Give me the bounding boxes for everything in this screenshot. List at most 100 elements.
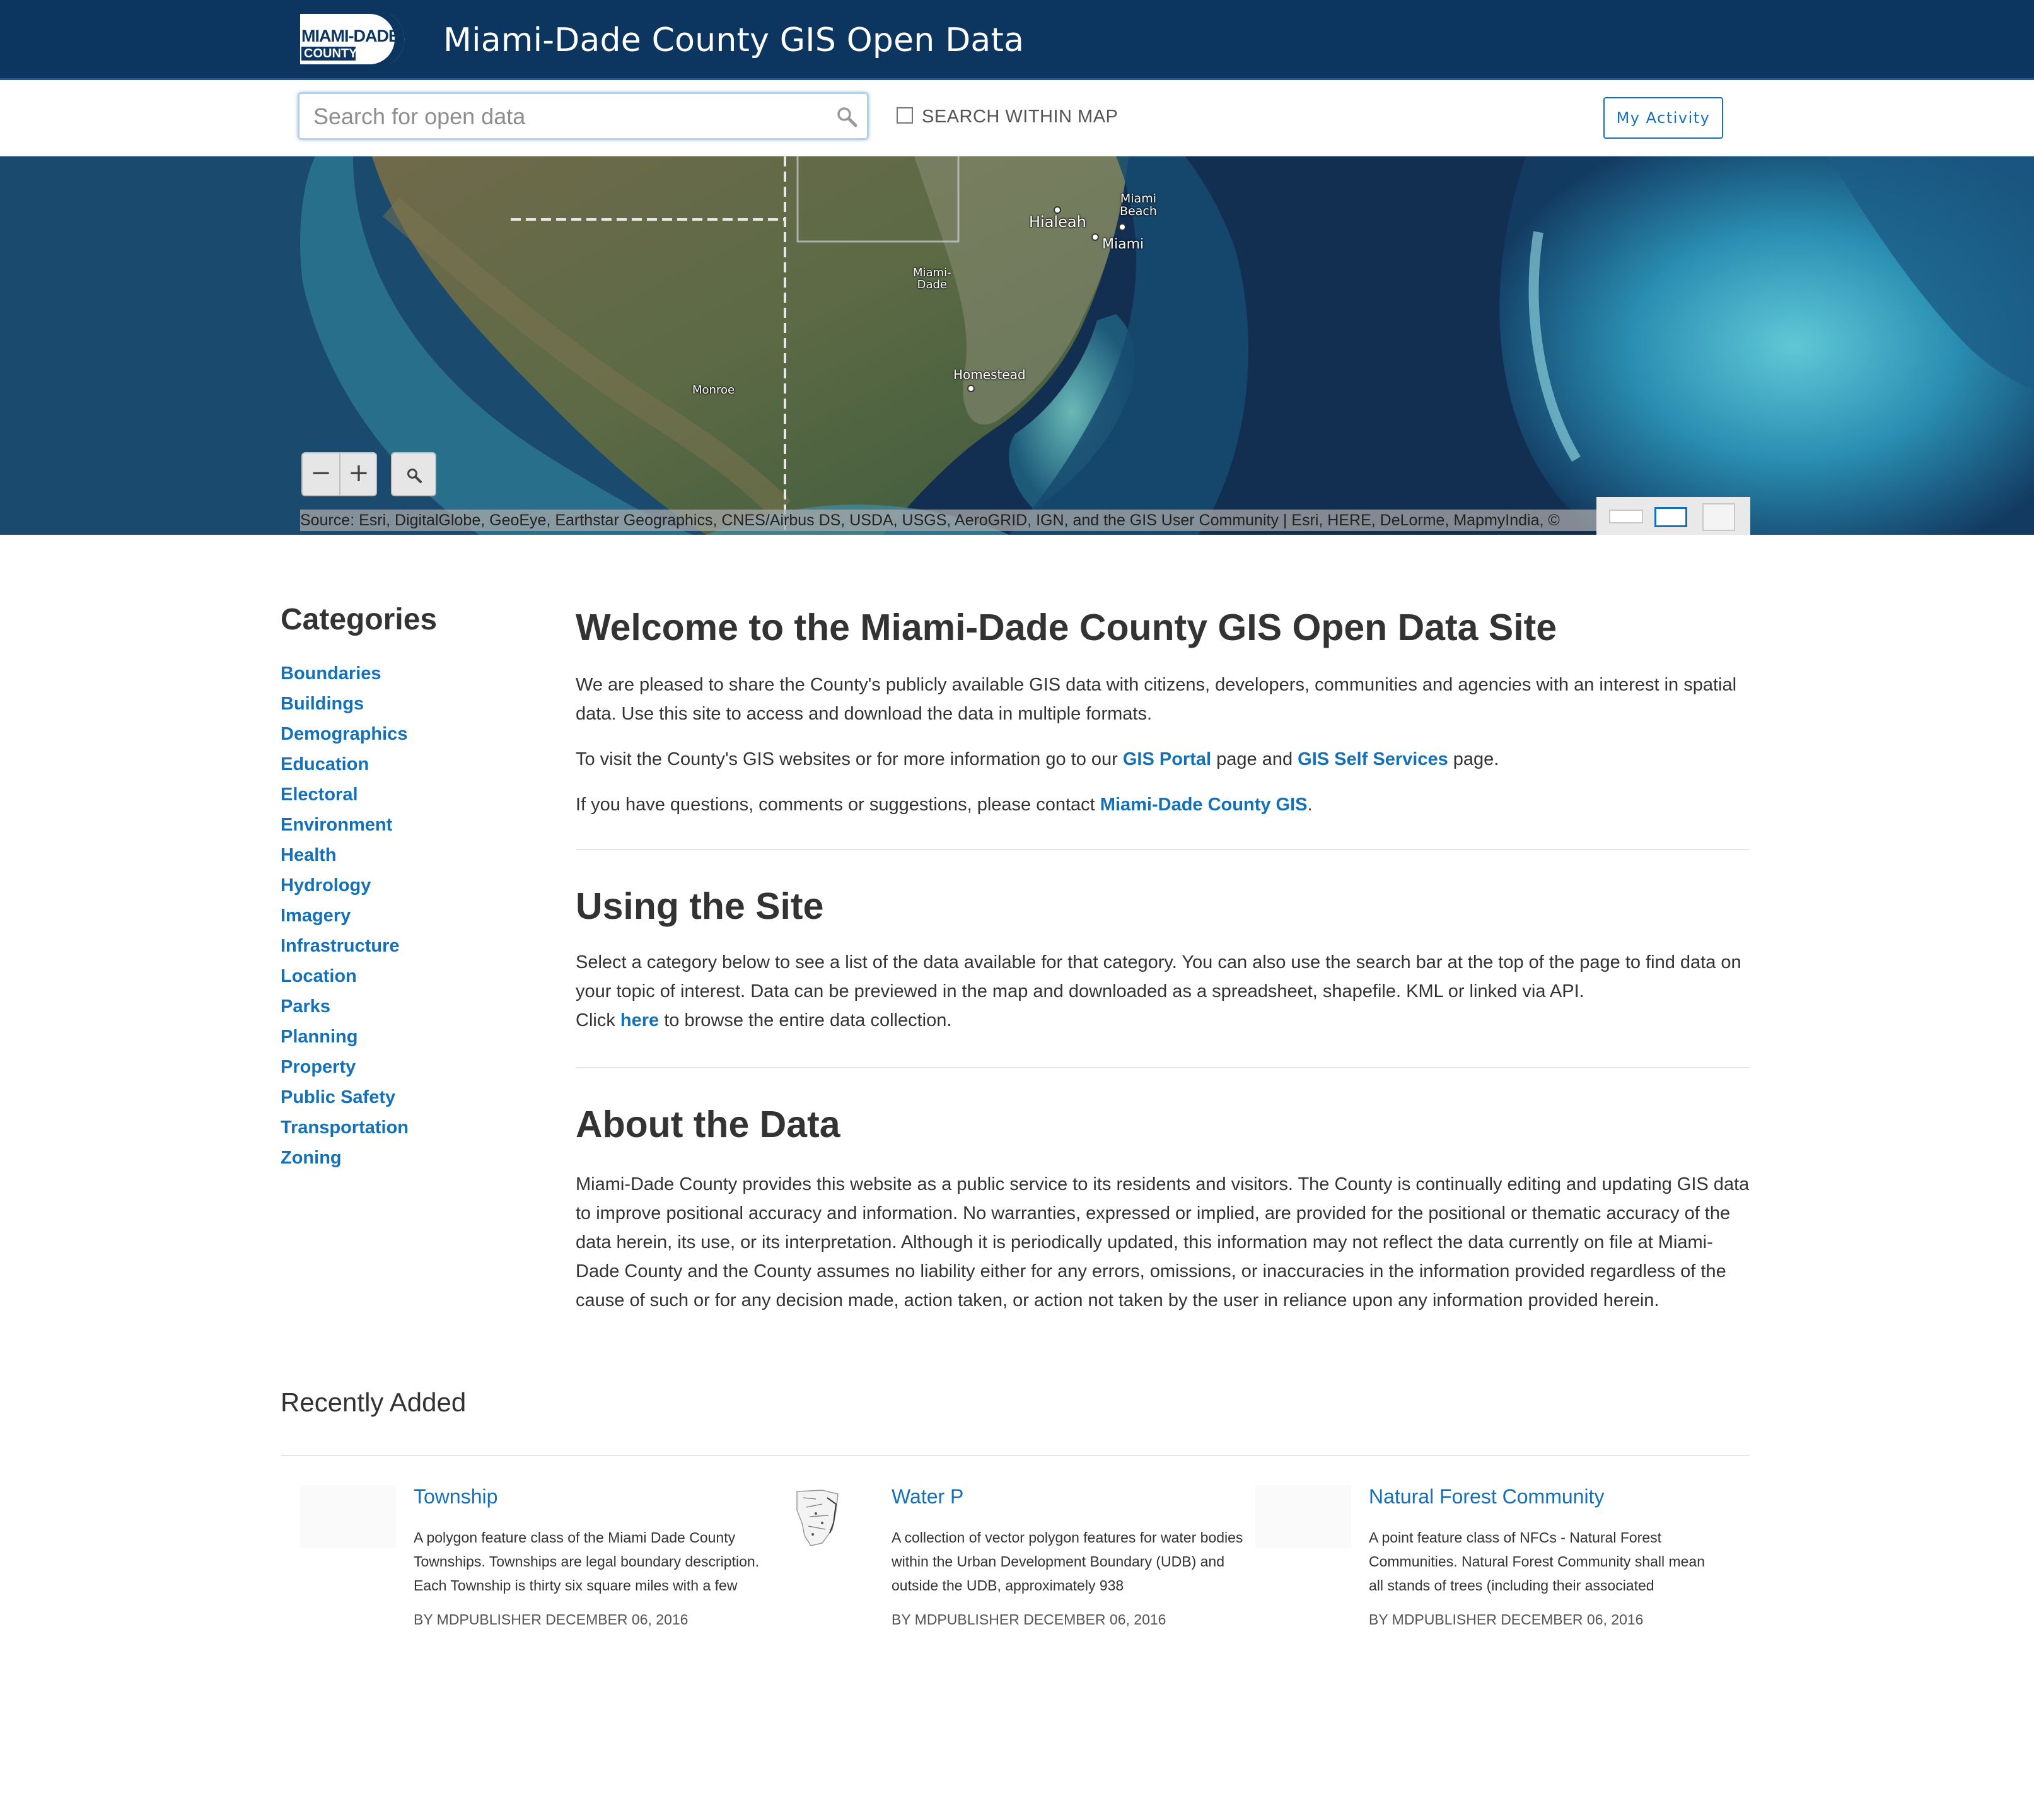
site-title[interactable]: Miami-Dade County GIS Open Data xyxy=(443,21,1024,59)
welcome-links-text: To visit the County's GIS websites or fo… xyxy=(576,749,1123,769)
category-item: Health xyxy=(281,845,409,875)
category-item: Boundaries xyxy=(281,663,409,694)
about-data-paragraph: Miami-Dade County provides this website … xyxy=(576,1174,1750,1310)
recent-item-description: A collection of vector polygon features … xyxy=(892,1529,1243,1594)
search-within-map-label[interactable]: SEARCH WITHIN MAP xyxy=(922,107,1118,127)
contact-text: . xyxy=(1307,795,1313,815)
section-divider xyxy=(576,1067,1750,1068)
category-item: Imagery xyxy=(281,906,409,936)
welcome-links-text: page and xyxy=(1211,749,1298,769)
using-site-title: Using the Site xyxy=(576,885,824,927)
recent-item-thumbnail[interactable] xyxy=(778,1485,874,1548)
gis-self-services-link[interactable]: GIS Self Services xyxy=(1298,749,1448,769)
city-label-monroe: Monroe xyxy=(692,383,735,397)
category-item: Buildings xyxy=(281,694,409,724)
welcome-links-text: page. xyxy=(1448,749,1499,769)
category-item: Electoral xyxy=(281,785,409,815)
recent-item-thumbnail[interactable] xyxy=(300,1485,396,1548)
basemap-icon[interactable] xyxy=(1654,507,1687,527)
about-data-title: About the Data xyxy=(576,1104,840,1145)
category-link-zoning[interactable]: Zoning xyxy=(281,1148,342,1168)
city-label-miami-dade: Miami- Dade xyxy=(913,266,951,291)
city-label-miami: Miami xyxy=(1102,236,1144,252)
browse-paragraph: Click here to browse the entire data col… xyxy=(576,1006,1750,1035)
welcome-title: Welcome to the Miami-Dade County GIS Ope… xyxy=(576,607,1557,648)
recent-item-title[interactable]: Natural Forest Community xyxy=(1369,1485,1604,1508)
recent-item-meta: BY MDPUBLISHER DECEMBER 06, 2016 xyxy=(1369,1611,1644,1628)
recent-item-description: A point feature class of NFCs - Natural … xyxy=(1369,1529,1706,1594)
category-link-property[interactable]: Property xyxy=(281,1057,356,1077)
category-item: Transportation xyxy=(281,1117,409,1148)
search-icon[interactable] xyxy=(835,105,858,128)
category-link-demographics[interactable]: Demographics xyxy=(281,724,407,744)
category-item: Education xyxy=(281,754,409,785)
search-toolbar: SEARCH WITHIN MAP My Activity xyxy=(0,80,2034,157)
category-link-planning[interactable]: Planning xyxy=(281,1027,357,1047)
city-label-homestead: Homestead xyxy=(953,367,1026,382)
zoom-in-button[interactable]: + xyxy=(340,453,377,495)
recent-item-description: A polygon feature class of the Miami Dad… xyxy=(414,1529,760,1594)
category-item: Environment xyxy=(281,815,409,845)
contact-gis-link[interactable]: Miami-Dade County GIS xyxy=(1100,795,1308,815)
welcome-intro: We are pleased to share the County's pub… xyxy=(576,675,1737,724)
city-label-miami-beach: Miami Beach xyxy=(1120,192,1157,218)
category-link-imagery[interactable]: Imagery xyxy=(281,906,351,926)
recent-item-title[interactable]: Township xyxy=(414,1485,497,1508)
city-label-hialeah: Hialeah xyxy=(1029,213,1086,231)
category-item: Planning xyxy=(281,1027,409,1057)
search-input[interactable] xyxy=(312,94,832,139)
recent-item-thumbnail[interactable] xyxy=(1255,1485,1351,1548)
contact-text: If you have questions, comments or sugge… xyxy=(576,795,1100,815)
category-list: Boundaries Buildings Demographics Educat… xyxy=(281,663,409,1178)
browse-text: Click xyxy=(576,1010,620,1030)
miami-dade-logo[interactable]: MIAMI-DADE COUNTY xyxy=(295,9,424,69)
contact-paragraph: If you have questions, comments or sugge… xyxy=(576,790,1750,819)
recently-added-divider xyxy=(281,1455,1750,1456)
category-link-education[interactable]: Education xyxy=(281,754,369,774)
my-activity-button[interactable]: My Activity xyxy=(1603,97,1723,139)
browse-text: to browse the entire data collection. xyxy=(659,1010,952,1030)
recently-added-heading: Recently Added xyxy=(281,1387,467,1417)
category-link-public-safety[interactable]: Public Safety xyxy=(281,1087,395,1107)
basemap-switcher xyxy=(1596,497,1750,535)
category-link-buildings[interactable]: Buildings xyxy=(281,694,364,714)
browse-here-link[interactable]: here xyxy=(620,1010,659,1030)
map-search-button[interactable] xyxy=(391,452,436,496)
recent-item-meta: BY MDPUBLISHER DECEMBER 06, 2016 xyxy=(892,1611,1166,1628)
category-item: Location xyxy=(281,966,409,996)
recent-item-meta: BY MDPUBLISHER DECEMBER 06, 2016 xyxy=(414,1611,689,1628)
search-box[interactable] xyxy=(298,92,869,140)
category-item: Infrastructure xyxy=(281,936,409,966)
category-item: Parks xyxy=(281,996,409,1027)
logo-text-top: MIAMI-DADE xyxy=(301,26,400,45)
category-item: Property xyxy=(281,1057,409,1087)
category-item: Public Safety xyxy=(281,1087,409,1117)
welcome-links-paragraph: To visit the County's GIS websites or fo… xyxy=(576,745,1750,774)
zoom-control: − + xyxy=(301,452,377,496)
category-link-health[interactable]: Health xyxy=(281,845,337,865)
category-link-location[interactable]: Location xyxy=(281,966,357,986)
map-attribution: Source: Esri, DigitalGlobe, GeoEye, Eart… xyxy=(300,510,1599,531)
category-link-parks[interactable]: Parks xyxy=(281,996,330,1017)
logo-text-bottom: COUNTY xyxy=(304,47,357,61)
category-link-environment[interactable]: Environment xyxy=(281,815,392,835)
basemap-icon[interactable] xyxy=(1702,503,1735,531)
top-header: MIAMI-DADE COUNTY Miami-Dade County GIS … xyxy=(0,0,2034,80)
category-link-boundaries[interactable]: Boundaries xyxy=(281,663,381,684)
category-item: Zoning xyxy=(281,1148,409,1178)
category-link-infrastructure[interactable]: Infrastructure xyxy=(281,936,400,956)
category-link-transportation[interactable]: Transportation xyxy=(281,1117,409,1138)
gis-portal-link[interactable]: GIS Portal xyxy=(1123,749,1211,769)
categories-heading: Categories xyxy=(281,603,438,636)
using-site-paragraph: Select a category below to see a list of… xyxy=(576,952,1741,1001)
category-link-electoral[interactable]: Electoral xyxy=(281,785,358,805)
search-within-map-checkbox[interactable] xyxy=(897,107,913,124)
map-search-icon xyxy=(406,467,422,487)
recent-item-title[interactable]: Water P xyxy=(892,1485,963,1508)
basemap-icon[interactable] xyxy=(1609,510,1643,523)
zoom-out-button[interactable]: − xyxy=(303,453,340,495)
category-item: Hydrology xyxy=(281,875,409,906)
section-divider xyxy=(576,849,1750,850)
category-link-hydrology[interactable]: Hydrology xyxy=(281,875,371,895)
category-item: Demographics xyxy=(281,724,409,754)
